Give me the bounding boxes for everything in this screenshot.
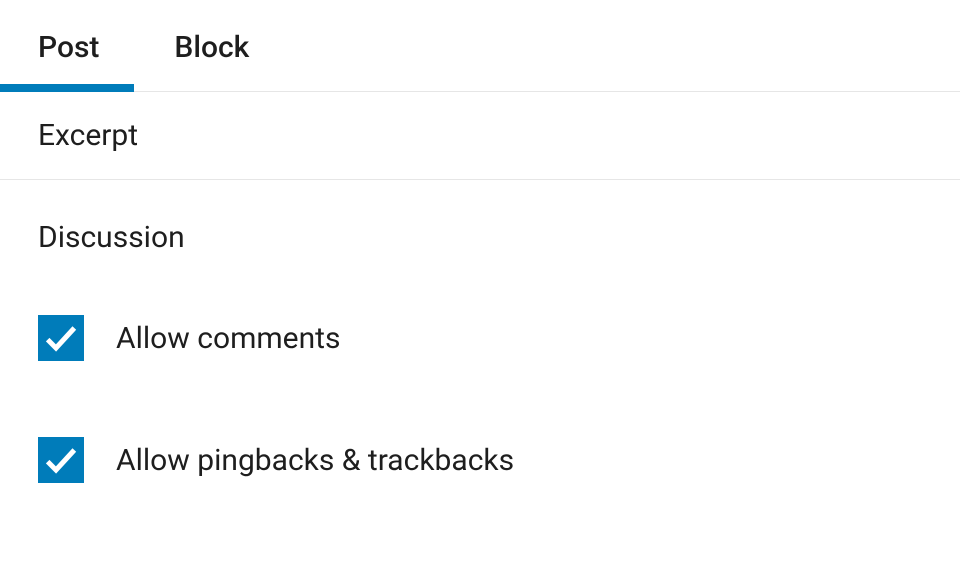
- panel-discussion: Discussion Allow comments Allow pingback…: [0, 180, 960, 513]
- panel-excerpt: Excerpt: [0, 92, 960, 180]
- panel-excerpt-toggle[interactable]: Excerpt: [0, 92, 960, 179]
- checkmark-icon: [41, 440, 81, 480]
- checkbox-allow-pingbacks-box: [38, 437, 84, 483]
- panel-discussion-toggle[interactable]: Discussion: [38, 220, 922, 295]
- tab-block-label: Block: [174, 30, 249, 65]
- tab-post[interactable]: Post: [0, 0, 134, 91]
- panel-excerpt-title: Excerpt: [38, 118, 138, 153]
- panel-discussion-title: Discussion: [38, 220, 185, 255]
- checkbox-allow-pingbacks[interactable]: Allow pingbacks & trackbacks: [38, 417, 922, 503]
- checkbox-allow-comments-box: [38, 315, 84, 361]
- settings-tabs: Post Block: [0, 0, 960, 92]
- checkbox-allow-comments-label: Allow comments: [116, 321, 340, 356]
- tab-post-label: Post: [38, 30, 99, 65]
- checkbox-allow-comments[interactable]: Allow comments: [38, 295, 922, 381]
- checkmark-icon: [41, 318, 81, 358]
- tab-block[interactable]: Block: [134, 0, 281, 91]
- checkbox-allow-pingbacks-label: Allow pingbacks & trackbacks: [116, 443, 514, 478]
